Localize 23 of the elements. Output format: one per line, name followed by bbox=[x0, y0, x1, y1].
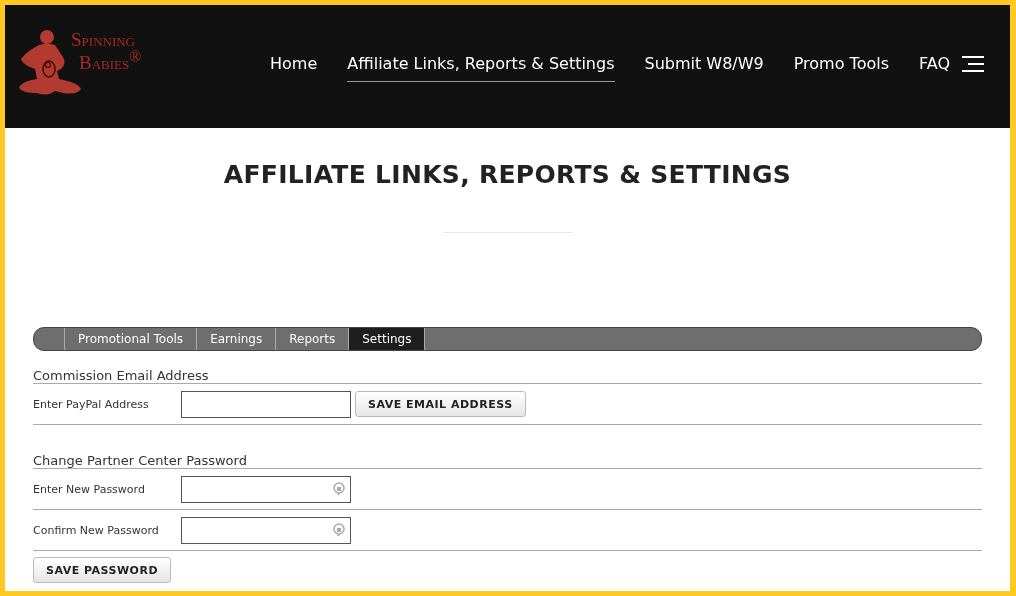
nav-link[interactable]: Submit W8/W9 bbox=[644, 45, 764, 82]
nav-link[interactable]: Promo Tools bbox=[793, 45, 889, 82]
tab[interactable]: Promotional Tools bbox=[65, 328, 198, 350]
section-heading: Commission Email Address bbox=[33, 351, 982, 384]
password-field[interactable] bbox=[181, 516, 351, 544]
field-label: Enter PayPal Address bbox=[33, 397, 150, 411]
nav-link[interactable]: Home bbox=[270, 45, 318, 82]
section-heading: Change Partner Center Password bbox=[33, 425, 982, 469]
logo-text: Babies$^{®}$ bbox=[79, 47, 142, 71]
password-manager-icon bbox=[333, 523, 345, 537]
field-label: Enter New Password bbox=[33, 482, 146, 496]
save-button[interactable]: SAVE EMAIL ADDRESS bbox=[355, 391, 526, 417]
save-button[interactable]: SAVE PASSWORD bbox=[33, 557, 172, 583]
field-label: Confirm New Password bbox=[33, 523, 160, 537]
tab[interactable]: Settings bbox=[349, 328, 426, 350]
password-field[interactable] bbox=[181, 475, 351, 503]
nav-link[interactable]: FAQ bbox=[919, 45, 950, 82]
tab[interactable]: Earnings bbox=[197, 328, 277, 350]
nav-link[interactable]: Affiliate Links, Reports & Settings bbox=[347, 45, 615, 82]
password-manager-icon bbox=[333, 482, 345, 496]
page-title: AFFILIATE LINKS, REPORTS & SETTINGS bbox=[222, 160, 793, 189]
input-field[interactable] bbox=[181, 390, 351, 418]
menu-icon[interactable] bbox=[962, 55, 984, 72]
